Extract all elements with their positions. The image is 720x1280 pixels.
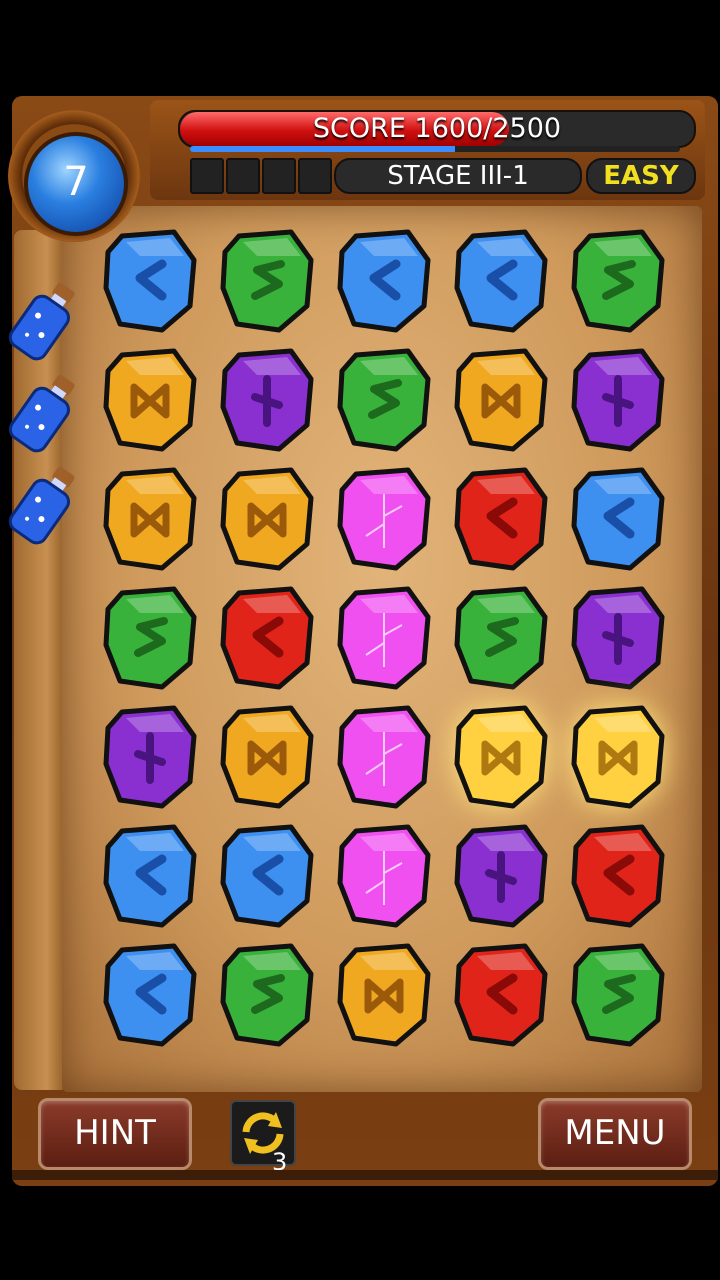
gem-green[interactable]: [100, 583, 200, 693]
gem-purple[interactable]: [451, 821, 551, 931]
gem-magenta[interactable]: [334, 464, 434, 574]
gem-red[interactable]: [217, 583, 317, 693]
gem-yellow[interactable]: [217, 702, 317, 812]
powerup-slot: [262, 158, 296, 194]
gem-blue[interactable]: [217, 821, 317, 931]
gem-grid[interactable]: [100, 226, 690, 1066]
gem-yellow[interactable]: [451, 345, 551, 455]
gem-purple[interactable]: [568, 345, 668, 455]
gem-red[interactable]: [568, 821, 668, 931]
gem-green[interactable]: [451, 583, 551, 693]
gem-blue[interactable]: [100, 821, 200, 931]
gem-yellow[interactable]: [334, 940, 434, 1050]
gem-purple[interactable]: [217, 345, 317, 455]
gem-blue[interactable]: [100, 940, 200, 1050]
score-label: SCORE 1600/2500: [312, 113, 562, 144]
gem-magenta[interactable]: [334, 583, 434, 693]
moves-counter: 7: [24, 132, 128, 236]
gem-green[interactable]: [568, 940, 668, 1050]
potion-bottle-icon[interactable]: [4, 368, 84, 458]
gem-blue[interactable]: [334, 226, 434, 336]
difficulty-label: EASY: [586, 158, 696, 194]
powerup-slot: [226, 158, 260, 194]
gem-magenta[interactable]: [334, 821, 434, 931]
stage-progress-fill: [190, 146, 455, 152]
powerup-slot: [298, 158, 332, 194]
gem-green[interactable]: [217, 226, 317, 336]
gem-green[interactable]: [568, 226, 668, 336]
gem-blue[interactable]: [100, 226, 200, 336]
frame-bottom: [12, 1170, 718, 1180]
stage-progress-bar: [190, 146, 680, 152]
gem-red[interactable]: [451, 464, 551, 574]
gem-blue[interactable]: [451, 226, 551, 336]
menu-button[interactable]: MENU: [538, 1098, 692, 1170]
gem-yellow[interactable]: [100, 464, 200, 574]
gem-green[interactable]: [217, 940, 317, 1050]
gem-green[interactable]: [334, 345, 434, 455]
gem-red[interactable]: [451, 940, 551, 1050]
gem-magenta[interactable]: [334, 702, 434, 812]
gem-purple[interactable]: [100, 702, 200, 812]
gem-yellow[interactable]: [100, 345, 200, 455]
potion-bottle-icon[interactable]: [4, 460, 84, 550]
gem-purple[interactable]: [568, 583, 668, 693]
gem-yellow-glow[interactable]: [568, 702, 668, 812]
stage-label: STAGE III-1: [334, 158, 582, 194]
potion-bottle-icon[interactable]: [4, 276, 84, 366]
powerup-slot: [190, 158, 224, 194]
gem-blue[interactable]: [568, 464, 668, 574]
gem-yellow[interactable]: [217, 464, 317, 574]
gem-yellow-glow[interactable]: [451, 702, 551, 812]
score-bar: SCORE 1600/2500: [178, 110, 696, 148]
hint-button[interactable]: HINT: [38, 1098, 192, 1170]
